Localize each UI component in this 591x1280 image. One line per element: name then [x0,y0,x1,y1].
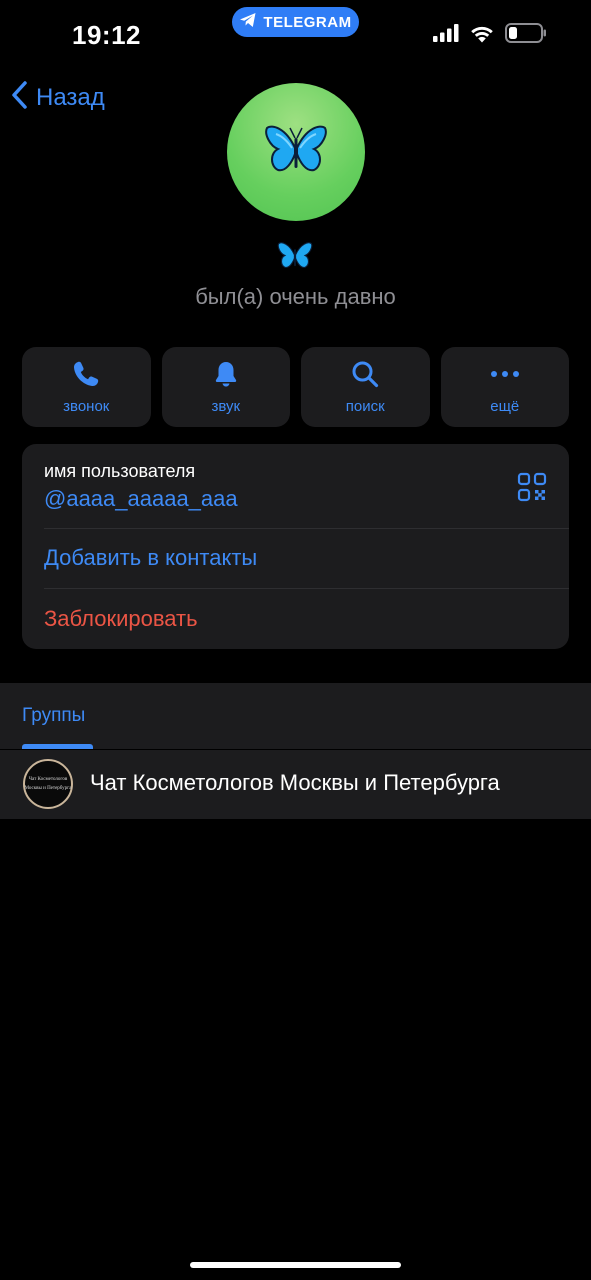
tab-groups[interactable]: Группы [22,705,85,727]
profile-name [271,238,319,278]
call-label: звонок [63,398,110,415]
username-row[interactable]: имя пользователя @aaaa_aaaaa_aaa [44,444,569,528]
info-card: имя пользователя @aaaa_aaaaa_aaa Добавит… [22,444,569,649]
block-row[interactable]: Заблокировать [44,589,569,649]
wifi-icon [469,24,495,48]
call-button[interactable]: звонок [22,347,151,427]
qr-code-icon[interactable] [517,472,547,507]
groups-list: Чат Косметологов Москвы и Петербурга Чат… [0,750,591,819]
mute-label: звук [211,398,241,415]
more-icon [489,359,521,394]
chevron-left-icon [10,80,28,115]
group-list-item[interactable]: Чат Косметологов Москвы и Петербурга Чат… [0,750,591,819]
back-button[interactable]: Назад [10,80,105,115]
search-icon [350,359,380,394]
last-seen-status: был(а) очень давно [195,284,396,309]
search-button[interactable]: поиск [301,347,430,427]
group-avatar-text: Чат Косметологов [28,777,68,782]
action-buttons: звонок звук поиск ещё [22,347,569,427]
butterfly-icon [277,240,313,277]
profile-avatar[interactable] [227,83,365,221]
status-icons [433,23,547,48]
group-avatar-text: Москвы и Петербурга [24,786,72,791]
status-bar: 19:12 TELEGRAM [0,0,591,70]
back-label: Назад [36,83,105,111]
butterfly-icon [264,122,328,183]
mute-button[interactable]: звук [161,347,290,427]
username-value[interactable]: @aaaa_aaaaa_aaa [44,486,238,512]
telegram-plane-icon [239,12,257,33]
add-contact-label: Добавить в контакты [44,545,258,570]
groups-tabbar: Группы [0,683,591,749]
battery-icon [505,23,547,48]
group-avatar: Чат Косметологов Москвы и Петербурга [23,759,73,809]
home-indicator [190,1262,401,1268]
tab-underline [22,744,93,749]
status-time: 19:12 [72,20,141,50]
block-label: Заблокировать [44,606,198,631]
group-name: Чат Косметологов Москвы и Петербурга [90,770,500,795]
phone-icon [71,359,101,394]
search-label: поиск [345,398,385,415]
more-button[interactable]: ещё [440,347,569,427]
bell-icon [211,359,241,394]
username-caption: имя пользователя [44,461,196,481]
cellular-signal-icon [433,24,459,47]
add-contact-row[interactable]: Добавить в контакты [44,528,569,588]
app-pill-label: TELEGRAM [263,13,352,31]
more-label: ещё [490,398,520,415]
telegram-app-pill[interactable]: TELEGRAM [232,7,359,37]
